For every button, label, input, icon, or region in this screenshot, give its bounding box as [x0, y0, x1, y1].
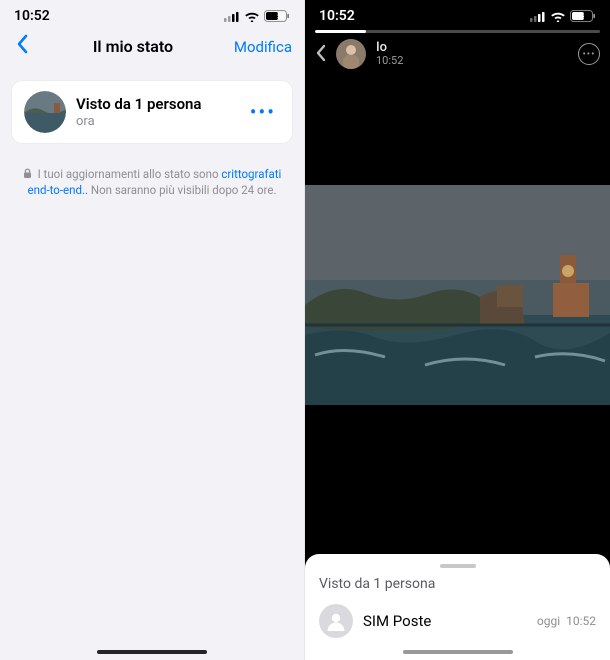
wifi-icon — [550, 11, 566, 22]
story-time: 10:52 — [376, 55, 403, 67]
status-viewer-screen: 10:52 58 Io 10:52 ••• — [305, 0, 610, 660]
status-update-row[interactable]: Visto da 1 persona ora ••• — [12, 81, 292, 143]
status-icons: 58 — [530, 10, 596, 22]
svg-text:58: 58 — [277, 12, 287, 21]
viewers-title: Visto da 1 persona — [319, 576, 596, 592]
story-header: Io 10:52 ••• — [305, 35, 610, 75]
battery-icon: 58 — [570, 10, 596, 22]
wifi-icon — [244, 11, 260, 22]
battery-icon: 58 — [264, 10, 290, 22]
author-info: Io 10:52 — [376, 41, 403, 67]
home-indicator[interactable] — [97, 650, 207, 654]
lock-icon — [23, 168, 35, 182]
status-bar: 10:52 58 — [305, 0, 610, 26]
status-time: 10:52 — [14, 8, 50, 24]
viewer-time: oggi 10:52 — [537, 614, 596, 628]
more-button[interactable]: ••• — [246, 100, 280, 124]
author-avatar[interactable] — [336, 39, 366, 69]
viewers-sheet[interactable]: Visto da 1 persona SIM Poste oggi 10:52 — [305, 554, 610, 660]
back-button[interactable] — [12, 32, 32, 61]
nav-header: Il mio stato Modifica — [0, 26, 304, 71]
status-time-label: ora — [76, 114, 246, 129]
story-progress-track — [305, 26, 610, 35]
status-viewed-label: Visto da 1 persona — [76, 95, 246, 113]
status-thumbnail — [24, 91, 66, 133]
author-name: Io — [376, 41, 403, 55]
story-image[interactable] — [305, 185, 610, 405]
viewer-row[interactable]: SIM Poste oggi 10:52 — [319, 604, 596, 638]
edit-button[interactable]: Modifica — [234, 38, 292, 56]
home-indicator[interactable] — [403, 650, 513, 654]
story-progress-fill — [315, 30, 366, 33]
status-time: 10:52 — [319, 8, 355, 24]
viewer-avatar — [319, 604, 353, 638]
note-suffix: Non saranno più visibili dopo 24 ore. — [88, 183, 276, 197]
cellular-icon — [530, 11, 546, 22]
viewer-name: SIM Poste — [363, 612, 527, 630]
story-menu-button[interactable]: ••• — [578, 43, 600, 65]
encryption-note: I tuoi aggiornamenti allo stato sono cri… — [18, 167, 286, 198]
back-button[interactable] — [315, 44, 326, 65]
page-title: Il mio stato — [93, 37, 173, 56]
status-text: Visto da 1 persona ora — [76, 95, 246, 129]
cellular-icon — [224, 11, 240, 22]
my-status-screen: 10:52 58 Il mio stato Modifica Visto da … — [0, 0, 305, 660]
note-prefix: I tuoi aggiornamenti allo stato sono — [38, 167, 222, 181]
status-icons: 58 — [224, 10, 290, 22]
svg-text:58: 58 — [583, 12, 593, 21]
sheet-grabber[interactable] — [440, 564, 476, 568]
story-progress-bar[interactable] — [315, 30, 600, 33]
status-bar: 10:52 58 — [0, 0, 304, 26]
